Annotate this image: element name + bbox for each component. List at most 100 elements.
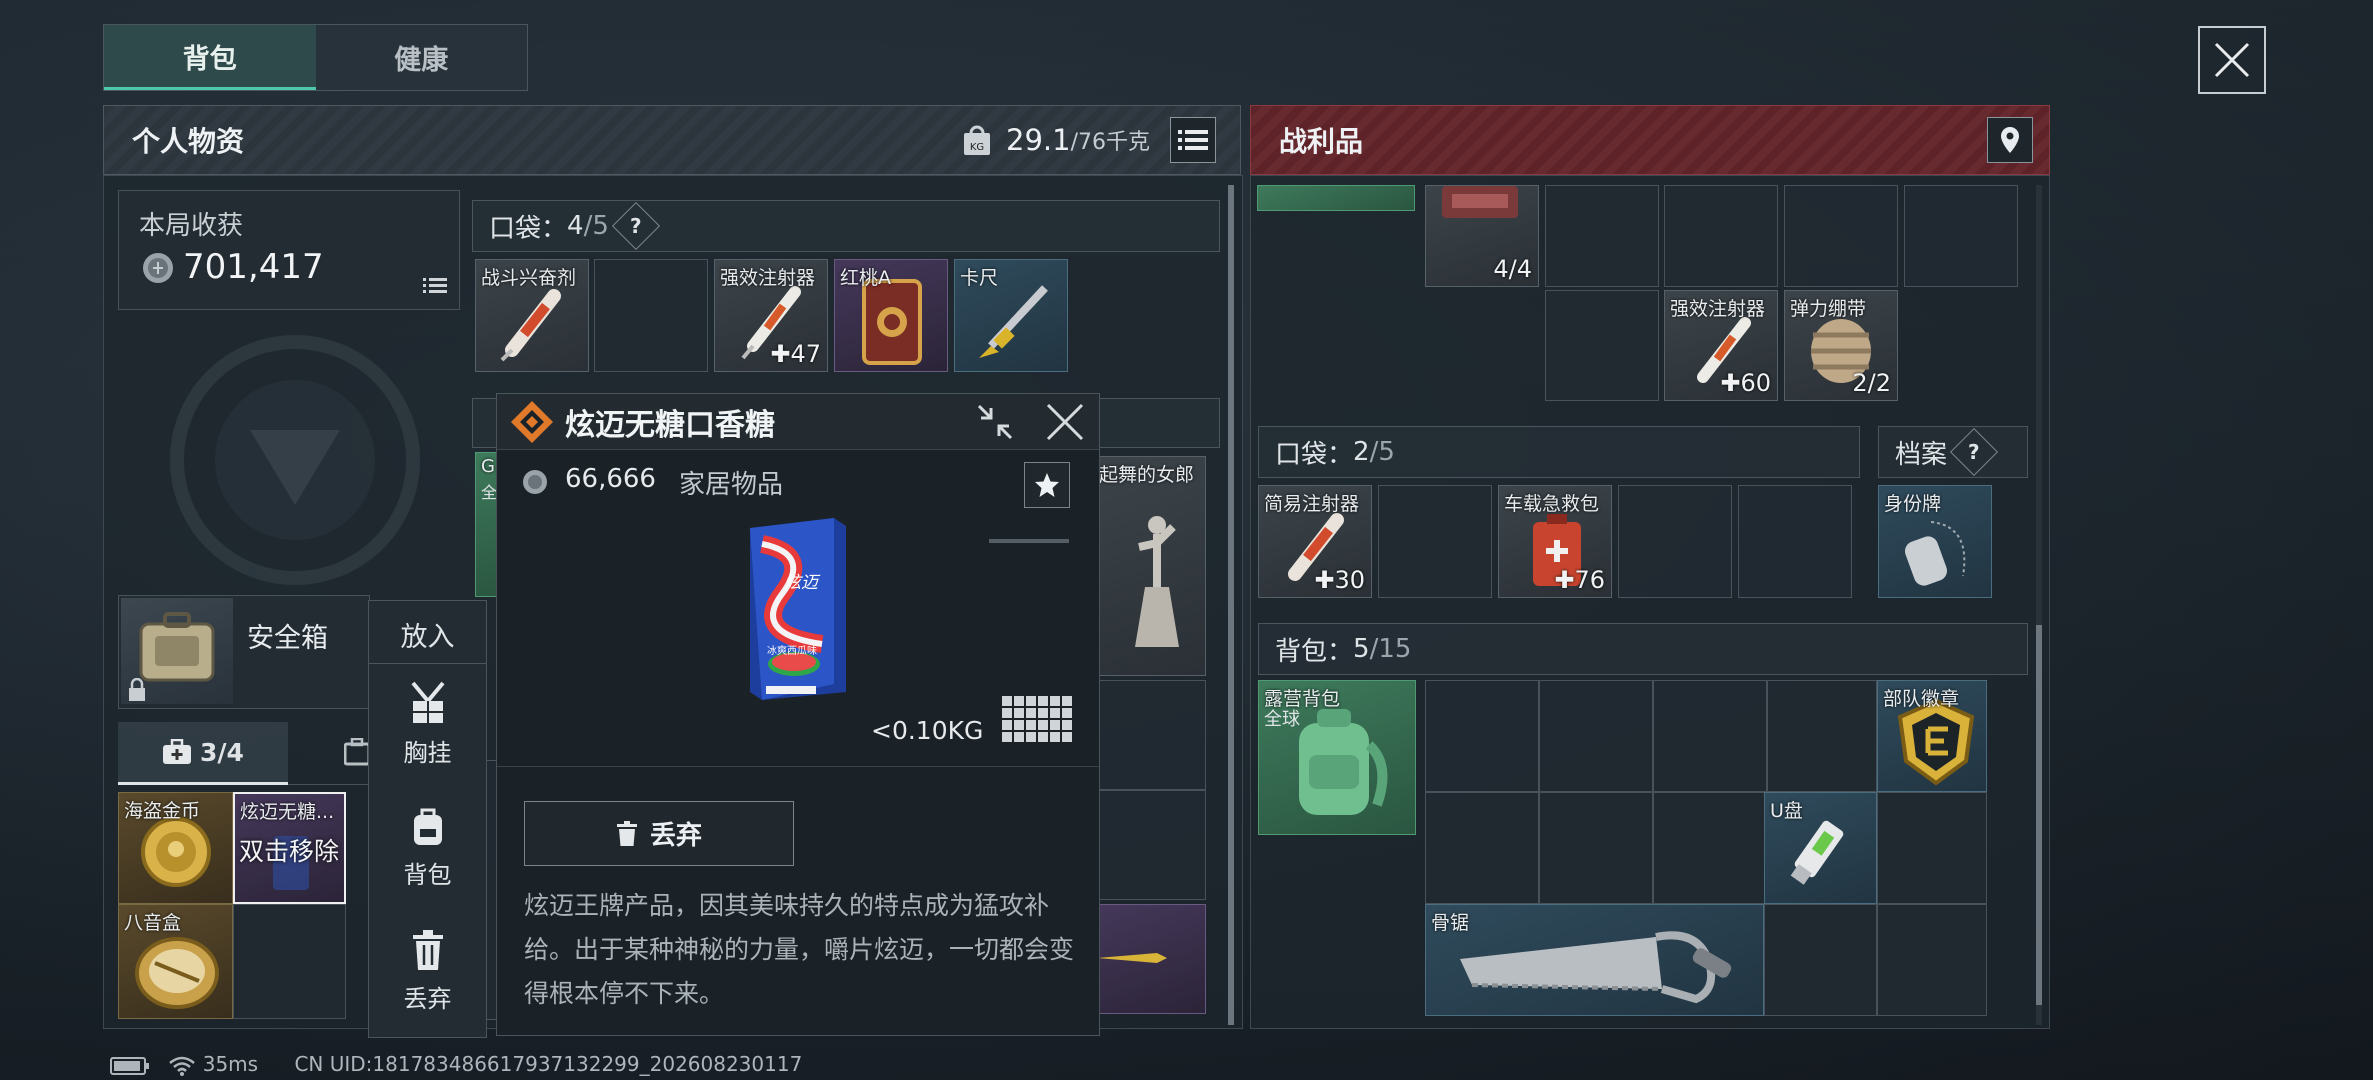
favorite-button[interactable] bbox=[1024, 462, 1070, 508]
loot-item-usb-drive[interactable]: U盘 bbox=[1764, 792, 1877, 904]
gold-blade-icon bbox=[1097, 953, 1167, 963]
details-list-icon[interactable] bbox=[423, 277, 447, 295]
item-name: 弹力绷带 bbox=[1790, 298, 1867, 320]
personal-supplies-panel: 个人物资 KG 29.1 /76千克 bbox=[103, 105, 1241, 175]
weight-current: 29.1 bbox=[1006, 123, 1071, 157]
grid-cell[interactable] bbox=[1425, 792, 1539, 904]
put-in-backpack-button[interactable]: 背包 bbox=[369, 805, 486, 905]
grid-cell[interactable] bbox=[1877, 792, 1987, 904]
close-button[interactable] bbox=[2198, 26, 2266, 94]
grid-cell[interactable] bbox=[1618, 485, 1732, 598]
grid-cell[interactable] bbox=[1767, 680, 1877, 792]
pocket-slot-empty[interactable] bbox=[594, 259, 708, 372]
grid-cell[interactable] bbox=[1738, 485, 1852, 598]
safe-box[interactable]: 安全箱 bbox=[118, 595, 370, 709]
item-name: 车载急救包 bbox=[1504, 493, 1600, 515]
archive-help-button[interactable]: ? bbox=[1949, 427, 1999, 477]
loot-item-unit-badge[interactable]: 部队徽章 bbox=[1877, 680, 1987, 792]
item-sub: 全 bbox=[481, 483, 498, 502]
list-view-button[interactable] bbox=[1170, 117, 1216, 163]
item-name: 红桃A bbox=[840, 267, 891, 289]
loot-item-strong-injector[interactable]: 强效注射器 ✚60 bbox=[1664, 290, 1778, 401]
grid-cell[interactable] bbox=[1664, 185, 1778, 287]
chest-rig-icon bbox=[411, 681, 445, 723]
item-sub: 全球 bbox=[1264, 709, 1300, 730]
grid-cell[interactable] bbox=[1545, 290, 1659, 401]
loot-backpack-count: 5 bbox=[1353, 634, 1370, 664]
grid-cell[interactable] bbox=[1425, 680, 1539, 792]
item-name: 骨锯 bbox=[1431, 912, 1470, 934]
safe-slot-empty[interactable] bbox=[233, 904, 346, 1019]
tab-backpack[interactable]: 背包 bbox=[104, 25, 316, 90]
dancer-statue-item[interactable]: 起舞的女郎 bbox=[1096, 456, 1206, 676]
scrollbar[interactable] bbox=[1228, 185, 1234, 1025]
grid-cell[interactable] bbox=[1545, 185, 1659, 287]
safe-item-music-box[interactable]: 八音盒 bbox=[118, 904, 233, 1019]
decor-line bbox=[989, 539, 1069, 543]
safe-item-gum-selected[interactable]: 炫迈无糖... 双击移除 bbox=[233, 792, 346, 904]
grid-cell[interactable] bbox=[1096, 790, 1206, 900]
weight-max: /76千克 bbox=[1070, 130, 1150, 155]
medkit-icon bbox=[163, 739, 192, 764]
loot-item-simple-injector[interactable]: 简易注射器 ✚30 bbox=[1258, 485, 1372, 598]
tab-health[interactable]: 健康 bbox=[316, 25, 528, 90]
container-tab-active[interactable]: 3/4 bbox=[118, 722, 288, 785]
item-name: G bbox=[481, 456, 495, 477]
chest-label: 胸挂 bbox=[403, 739, 452, 767]
pocket-item-ace-of-hearts[interactable]: 红桃A bbox=[834, 259, 948, 372]
loot-panel: 战利品 bbox=[1250, 105, 2050, 175]
location-button[interactable] bbox=[1987, 117, 2033, 163]
grid-cell[interactable] bbox=[1784, 185, 1898, 287]
gold-coin-icon bbox=[141, 817, 211, 887]
pocket-item-strong-injector[interactable]: 强效注射器 ✚47 bbox=[714, 259, 828, 372]
grid-cell[interactable] bbox=[1096, 680, 1206, 790]
put-in-label: 放入 bbox=[400, 622, 455, 653]
action-menu: 放入 胸挂 背包 丢弃 bbox=[368, 600, 487, 1038]
grid-cell[interactable] bbox=[1539, 680, 1653, 792]
case-icon[interactable] bbox=[344, 738, 370, 766]
item-name: 简易注射器 bbox=[1264, 493, 1360, 515]
grid-cell[interactable] bbox=[1653, 792, 1767, 904]
loot-item-partial[interactable] bbox=[1257, 185, 1415, 211]
lock-icon bbox=[129, 678, 145, 701]
earnings-label: 本局收获 bbox=[139, 211, 244, 241]
pocket-max: /5 bbox=[583, 211, 609, 241]
earnings-box: 本局收获 701,417 bbox=[118, 190, 460, 310]
loot-backpack-label: 背包： bbox=[1275, 636, 1354, 667]
dog-tag-icon bbox=[1904, 521, 1966, 586]
ping-value: 35ms bbox=[202, 1052, 259, 1076]
loot-item-dog-tag[interactable]: 身份牌 bbox=[1878, 485, 1992, 598]
loot-item-camping-backpack[interactable]: 露营背包 全球 bbox=[1258, 680, 1416, 835]
loot-scrollbar[interactable] bbox=[2036, 185, 2042, 1025]
archive-header: 档案 ? bbox=[1878, 426, 2028, 478]
loot-item-elastic-bandage[interactable]: 弹力绷带 2/2 bbox=[1784, 290, 1898, 401]
loot-pocket-count: 2 bbox=[1353, 437, 1370, 467]
gold-item[interactable] bbox=[1096, 904, 1206, 1014]
put-in-chest-button[interactable]: 胸挂 bbox=[369, 681, 486, 781]
safe-item-pirate-coin[interactable]: 海盗金币 bbox=[118, 792, 233, 904]
pocket-item-caliper[interactable]: 卡尺 bbox=[954, 259, 1068, 372]
collapse-icon[interactable] bbox=[975, 402, 1015, 442]
grid-cell[interactable] bbox=[1539, 792, 1653, 904]
loot-item-bone-saw[interactable]: 骨锯 bbox=[1425, 904, 1764, 1016]
pocket-help-button[interactable]: ? bbox=[611, 201, 660, 251]
grid-cell[interactable] bbox=[1653, 680, 1767, 792]
item-count: ✚30 bbox=[1314, 566, 1365, 594]
safe-box-slot bbox=[121, 598, 233, 704]
loot-item-ammo[interactable]: 4/4 bbox=[1425, 185, 1539, 287]
grid-cell[interactable] bbox=[1904, 185, 2018, 287]
grid-cell[interactable] bbox=[1764, 904, 1877, 1016]
popup-close-icon[interactable] bbox=[1045, 402, 1085, 442]
battery-icon bbox=[110, 1056, 149, 1075]
popup-title: 炫迈无糖口香糖 bbox=[565, 407, 775, 443]
discard-button[interactable]: 丢弃 bbox=[524, 801, 794, 866]
uid-text: CN UID:18178348661793713​2299_2026082301… bbox=[294, 1052, 803, 1076]
grid-cell[interactable] bbox=[1378, 485, 1492, 598]
item-category: 家居物品 bbox=[679, 470, 784, 500]
discard-menu-button[interactable]: 丢弃 bbox=[369, 929, 486, 1029]
item-name: 部队徽章 bbox=[1883, 688, 1960, 710]
grid-cell[interactable] bbox=[1877, 904, 1987, 1016]
playing-card-icon bbox=[862, 279, 922, 365]
loot-item-first-aid-kit[interactable]: 车载急救包 ✚76 bbox=[1498, 485, 1612, 598]
pocket-item-stimulant[interactable]: 战斗兴奋剂 bbox=[475, 259, 589, 372]
